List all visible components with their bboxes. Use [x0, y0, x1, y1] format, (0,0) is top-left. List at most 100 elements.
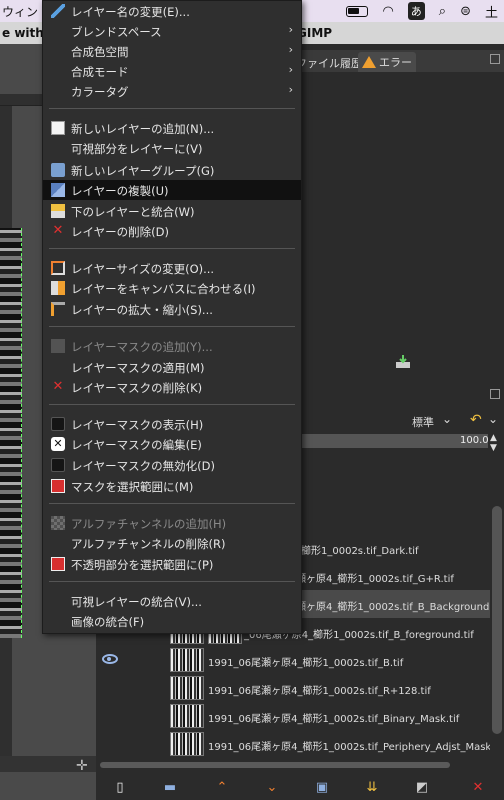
- layer-row[interactable]: 1991_06尾瀬ヶ原4_櫛形1_0002s.tif_Periphery_Adj…: [96, 730, 504, 758]
- layers-bottom-toolbar: ▯ ▬ ⌃ ⌄ ▣ ⇊ ◩ ✕: [96, 776, 504, 800]
- layer-name[interactable]: 1991_06尾瀬ヶ原4_櫛形1_0002s.tif_Binary_Mask.t…: [208, 710, 459, 725]
- layer-name[interactable]: 1991_06尾瀬ヶ原4_櫛形1_0002s.tif_Periphery_Adj…: [208, 738, 504, 753]
- add-mask-icon[interactable]: ◩: [414, 780, 430, 796]
- layer-name[interactable]: 1991_06尾瀬ヶ原4_櫛形1_0002s.tif_B.tif: [208, 654, 403, 669]
- menu-item-label: アルファチャンネルの削除(R): [71, 537, 226, 551]
- menu-item-composite-mode[interactable]: 合成モード ›: [43, 61, 301, 81]
- menu-item-remove-alpha-channel[interactable]: アルファチャンネルの削除(R): [43, 533, 301, 553]
- new-layer-icon[interactable]: ▯: [112, 780, 128, 796]
- menu-item-composite-space[interactable]: 合成色空間 ›: [43, 41, 301, 61]
- layer-thumbnail[interactable]: [170, 676, 204, 700]
- menu-item-duplicate-layer[interactable]: レイヤーの複製(U): [43, 180, 301, 200]
- menu-item-label: レイヤーをキャンバスに合わせる(I): [71, 282, 256, 296]
- menu-item-label: 合成色空間: [71, 45, 129, 59]
- opacity-spinner[interactable]: ▲ ▼: [490, 433, 497, 453]
- image-preview[interactable]: [0, 228, 22, 638]
- menu-item-layer-boundary-size[interactable]: レイヤーサイズの変更(O)...: [43, 258, 301, 278]
- layers-dock-menu-button[interactable]: [490, 389, 500, 399]
- menu-item-scale-layer[interactable]: レイヤーの拡大・縮小(S)...: [43, 299, 301, 319]
- pencil-icon: [51, 4, 65, 18]
- menu-item-new-from-visible[interactable]: 可視部分をレイヤーに(V): [43, 138, 301, 158]
- menu-item-add-alpha-channel[interactable]: アルファチャンネルの追加(H): [43, 513, 301, 533]
- new-layer-icon: [51, 121, 65, 135]
- menu-item-add-layer-mask[interactable]: レイヤーマスクの追加(Y)...: [43, 336, 301, 356]
- lower-layer-icon[interactable]: ⌄: [264, 780, 280, 796]
- tab-error-label: エラー: [379, 56, 412, 69]
- menu-item-delete-layer-mask[interactable]: ✕ レイヤーマスクの削除(K): [43, 377, 301, 397]
- delete-icon: ✕: [52, 379, 64, 394]
- layer-list-h-scrollbar[interactable]: [96, 760, 488, 770]
- menu-item-layer-to-image-size[interactable]: レイヤーをキャンバスに合わせる(I): [43, 278, 301, 298]
- menu-item-label: 新しいレイヤーグループ(G): [71, 164, 215, 178]
- menu-item-label: レイヤーマスクの適用(M): [71, 361, 205, 375]
- merge-down-icon[interactable]: ⇊: [364, 780, 380, 796]
- dock-menu-button[interactable]: [490, 54, 500, 64]
- menu-item-edit-layer-mask[interactable]: ✕ レイヤーマスクの編集(E): [43, 434, 301, 454]
- tab-document-history[interactable]: ファイル履歴: [292, 52, 366, 72]
- menu-item-merge-down[interactable]: 下のレイヤーと統合(W): [43, 201, 301, 221]
- chevron-right-icon: ›: [288, 83, 293, 96]
- menu-item-alpha-to-selection[interactable]: 不透明部分を選択範囲に(P): [43, 554, 301, 574]
- raise-layer-icon[interactable]: ⌃: [214, 780, 230, 796]
- menu-item-show-layer-mask[interactable]: レイヤーマスクの表示(H): [43, 414, 301, 434]
- menu-item-new-layer[interactable]: 新しいレイヤーの追加(N)...: [43, 118, 301, 138]
- layer-thumbnail[interactable]: [170, 732, 204, 756]
- scale-icon: [51, 302, 65, 316]
- chevron-down-icon[interactable]: ⌄: [488, 412, 498, 426]
- layer-thumbnail[interactable]: [170, 704, 204, 728]
- menu-item-rename-layer[interactable]: レイヤー名の変更(E)...: [43, 1, 301, 21]
- spotlight-icon[interactable]: ⌕: [439, 4, 446, 19]
- layer-row[interactable]: 1991_06尾瀬ヶ原4_櫛形1_0002s.tif_B.tif: [96, 646, 490, 674]
- menu-item-label: 下のレイヤーと統合(W): [71, 205, 195, 219]
- duplicate-layer-icon[interactable]: ▣: [314, 780, 330, 796]
- layer-row[interactable]: 1991_06尾瀬ヶ原4_櫛形1_0002s.tif_Binary_Mask.t…: [96, 702, 490, 730]
- layer-list-scrollbar[interactable]: [490, 456, 504, 756]
- menu-item-delete-layer[interactable]: ✕ レイヤーの削除(D): [43, 221, 301, 241]
- menu-separator: [49, 248, 295, 249]
- layer-name[interactable]: 瀬ヶ原4_櫛形1_0002s.tif_G+R.tif: [296, 570, 454, 585]
- menu-item-label: 可視レイヤーの統合(V)...: [71, 595, 202, 609]
- scrollbar-thumb[interactable]: [492, 506, 502, 734]
- menubar-date-label[interactable]: 土: [485, 2, 498, 21]
- reset-mode-icon[interactable]: ↶: [470, 412, 482, 428]
- menu-item-label: レイヤーマスクの表示(H): [71, 418, 204, 432]
- layer-name[interactable]: 瀬ヶ原4_櫛形1_0002s.tif_B_Background.t: [296, 598, 496, 613]
- wifi-icon[interactable]: ◠: [382, 4, 393, 19]
- visibility-eye-icon[interactable]: [102, 654, 118, 664]
- resize-icon: [51, 261, 65, 275]
- menu-separator: [49, 404, 295, 405]
- menu-item-label: レイヤーマスクの編集(E): [71, 438, 202, 452]
- layer-thumbnail[interactable]: [170, 648, 204, 672]
- new-layer-group-icon[interactable]: ▬: [162, 780, 178, 796]
- checkbox-icon: [51, 417, 65, 431]
- layer-name[interactable]: 1991_06尾瀬ヶ原4_櫛形1_0002s.tif_R+128.tif: [208, 682, 431, 697]
- menu-item-new-layer-group[interactable]: 新しいレイヤーグループ(G): [43, 160, 301, 180]
- fit-canvas-icon: [51, 281, 65, 295]
- delete-layer-icon[interactable]: ✕: [470, 780, 486, 796]
- menu-item-label: レイヤーマスクの無効化(D): [71, 459, 215, 473]
- menu-item-mask-to-selection[interactable]: マスクを選択範囲に(M): [43, 476, 301, 496]
- menu-item-blend-space[interactable]: ブレンドスペース ›: [43, 21, 301, 41]
- export-icon[interactable]: [394, 354, 412, 370]
- menubar-window-menu[interactable]: ウィン: [2, 3, 38, 20]
- input-method-indicator[interactable]: あ: [407, 2, 425, 20]
- control-center-icon[interactable]: ⊜: [460, 4, 471, 19]
- layer-name[interactable]: _櫛形1_0002s.tif_Dark.tif: [296, 542, 419, 557]
- battery-icon[interactable]: [346, 5, 369, 17]
- chevron-right-icon: ›: [288, 43, 293, 56]
- chevron-down-icon[interactable]: ⌄: [442, 412, 452, 426]
- navigate-plus-icon[interactable]: ✛: [76, 758, 88, 774]
- menu-item-disable-layer-mask[interactable]: レイヤーマスクの無効化(D): [43, 455, 301, 475]
- menu-item-color-tag[interactable]: カラータグ ›: [43, 81, 301, 101]
- layer-mode-select[interactable]: 標準: [412, 414, 434, 430]
- menu-item-merge-visible-layers[interactable]: 可視レイヤーの統合(V)...: [43, 591, 301, 611]
- duplicate-layer-icon: [51, 183, 65, 197]
- opacity-value: 100.0: [460, 435, 489, 446]
- tab-error-console[interactable]: エラー: [358, 52, 416, 72]
- layer-row[interactable]: 1991_06尾瀬ヶ原4_櫛形1_0002s.tif_R+128.tif: [96, 674, 490, 702]
- menu-item-label: レイヤー名の変更(E)...: [71, 5, 190, 19]
- scrollbar-thumb[interactable]: [100, 762, 450, 768]
- menu-item-apply-layer-mask[interactable]: レイヤーマスクの適用(M): [43, 357, 301, 377]
- menu-item-flatten-image[interactable]: 画像の統合(F): [43, 611, 301, 631]
- menu-item-label: マスクを選択範囲に(M): [71, 480, 194, 494]
